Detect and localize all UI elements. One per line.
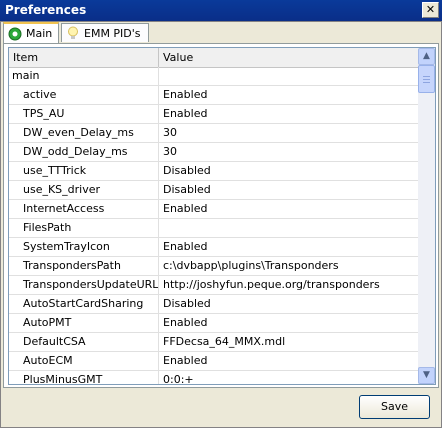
row-item-label: DW_even_Delay_ms xyxy=(23,126,134,139)
row-item-cell: FilesPath xyxy=(9,219,159,237)
row-value-cell[interactable]: Enabled xyxy=(163,314,417,332)
row-value-cell[interactable]: c:\dvbapp\plugins\Transponders xyxy=(163,257,417,275)
row-item-cell: TranspondersPath xyxy=(9,257,159,275)
table-row[interactable]: DefaultCSA FFDecsa_64_MMX.mdl xyxy=(9,333,419,352)
row-value-cell[interactable]: Enabled xyxy=(163,86,417,104)
table-row[interactable]: DW_odd_Delay_ms 30 xyxy=(9,143,419,162)
row-item-cell: DW_odd_Delay_ms xyxy=(9,143,159,161)
table-row[interactable]: DW_even_Delay_ms 30 xyxy=(9,124,419,143)
tab-main-label: Main xyxy=(26,27,53,40)
row-item-cell: active xyxy=(9,86,159,104)
title-bar: Preferences ✕ xyxy=(0,0,442,21)
row-value-cell[interactable]: Enabled xyxy=(163,200,417,218)
row-value-cell[interactable]: FFDecsa_64_MMX.mdl xyxy=(163,333,417,351)
row-value-cell[interactable]: Enabled xyxy=(163,105,417,123)
table-row[interactable]: InternetAccess Enabled xyxy=(9,200,419,219)
table-row[interactable]: TranspondersUpdateURL http://joshyfun.peq… xyxy=(9,276,419,295)
row-item-label: AutoPMT xyxy=(23,316,72,329)
row-item-label: SystemTrayIcon xyxy=(23,240,110,253)
row-value-cell[interactable]: 30 xyxy=(163,143,417,161)
tab-main[interactable]: Main xyxy=(3,22,59,43)
grip-line xyxy=(423,79,430,80)
tab-emm-pids-label: EMM PID's xyxy=(84,26,141,40)
row-item-label: DW_odd_Delay_ms xyxy=(23,145,128,158)
grip-line xyxy=(423,76,430,77)
row-item-cell: main xyxy=(9,67,159,85)
table-row[interactable]: active Enabled xyxy=(9,86,419,105)
row-value-cell[interactable]: Enabled xyxy=(163,352,417,370)
scroll-down-button[interactable]: ▼ xyxy=(418,367,435,384)
row-item-label: AutoECM xyxy=(23,354,73,367)
row-item-label: use_TTTrick xyxy=(23,164,87,177)
row-item-cell: AutoPMT xyxy=(9,314,159,332)
close-button[interactable]: ✕ xyxy=(422,2,439,18)
main-tab-panel: Item Value main active Enabled TPS_AU Enable… xyxy=(3,43,439,388)
row-item-cell: TPS_AU xyxy=(9,105,159,123)
table-row[interactable]: TranspondersPath c:\dvbapp\plugins\Transp… xyxy=(9,257,419,276)
row-item-label: TranspondersUpdateURL xyxy=(23,278,159,291)
row-item-label: main xyxy=(12,69,40,82)
table-row[interactable]: main xyxy=(9,67,419,86)
row-item-cell: use_KS_driver xyxy=(9,181,159,199)
table-row[interactable]: AutoStartCardSharing Disabled xyxy=(9,295,419,314)
row-item-label: PlusMinusGMT xyxy=(23,373,103,385)
row-item-label: DefaultCSA xyxy=(23,335,86,348)
row-item-label: AutoStartCardSharing xyxy=(23,297,144,310)
row-item-cell: TranspondersUpdateURL xyxy=(9,276,159,294)
tab-emm-pids[interactable]: EMM PID's xyxy=(61,23,149,42)
row-value-cell[interactable]: 30 xyxy=(163,124,417,142)
row-item-label: TPS_AU xyxy=(23,107,65,120)
row-item-cell: DefaultCSA xyxy=(9,333,159,351)
window-title: Preferences xyxy=(5,3,87,17)
row-item-label: use_KS_driver xyxy=(23,183,101,196)
row-item-cell: DW_even_Delay_ms xyxy=(9,124,159,142)
table-row[interactable]: PlusMinusGMT 0:0:+ xyxy=(9,371,419,385)
column-header-item[interactable]: Item xyxy=(9,48,159,67)
row-value-cell[interactable]: Disabled xyxy=(163,162,417,180)
grip-line xyxy=(423,82,430,83)
row-item-cell: AutoECM xyxy=(9,352,159,370)
table-row[interactable]: SystemTrayIcon Enabled xyxy=(9,238,419,257)
row-value-cell[interactable]: 0:0:+ xyxy=(163,371,417,384)
lightbulb-icon xyxy=(66,26,80,40)
row-item-cell: InternetAccess xyxy=(9,200,159,218)
row-value-cell[interactable]: Disabled xyxy=(163,181,417,199)
table-row[interactable]: FilesPath xyxy=(9,219,419,238)
row-value-cell[interactable] xyxy=(163,67,417,85)
table-row[interactable]: use_TTTrick Disabled xyxy=(9,162,419,181)
table-row[interactable]: use_KS_driver Disabled xyxy=(9,181,419,200)
grid-rows: main active Enabled TPS_AU Enabled DW_even_De… xyxy=(9,67,419,385)
table-row[interactable]: AutoECM Enabled xyxy=(9,352,419,371)
row-item-label: InternetAccess xyxy=(23,202,105,215)
row-item-cell: AutoStartCardSharing xyxy=(9,295,159,313)
row-value-cell[interactable]: Enabled xyxy=(163,238,417,256)
scroll-up-button[interactable]: ▲ xyxy=(418,48,435,65)
row-value-cell[interactable] xyxy=(163,219,417,237)
scroll-thumb[interactable] xyxy=(418,65,435,93)
grid-header: Item Value xyxy=(9,48,419,68)
vertical-scrollbar[interactable]: ▲ ▼ xyxy=(418,48,435,384)
green-gear-icon xyxy=(8,27,22,41)
row-item-cell: PlusMinusGMT xyxy=(9,371,159,385)
row-item-cell: SystemTrayIcon xyxy=(9,238,159,256)
row-item-label: FilesPath xyxy=(23,221,72,234)
row-item-cell: use_TTTrick xyxy=(9,162,159,180)
row-value-cell[interactable]: http://joshyfun.peque.org/transponders xyxy=(163,276,417,294)
row-item-label: active xyxy=(23,88,57,101)
column-header-value[interactable]: Value xyxy=(159,48,419,67)
row-value-cell[interactable]: Disabled xyxy=(163,295,417,313)
table-row[interactable]: AutoPMT Enabled xyxy=(9,314,419,333)
row-item-label: TranspondersPath xyxy=(23,259,121,272)
table-row[interactable]: TPS_AU Enabled xyxy=(9,105,419,124)
preferences-grid[interactable]: Item Value main active Enabled TPS_AU Enable… xyxy=(8,47,436,385)
save-button[interactable]: Save xyxy=(359,395,430,419)
